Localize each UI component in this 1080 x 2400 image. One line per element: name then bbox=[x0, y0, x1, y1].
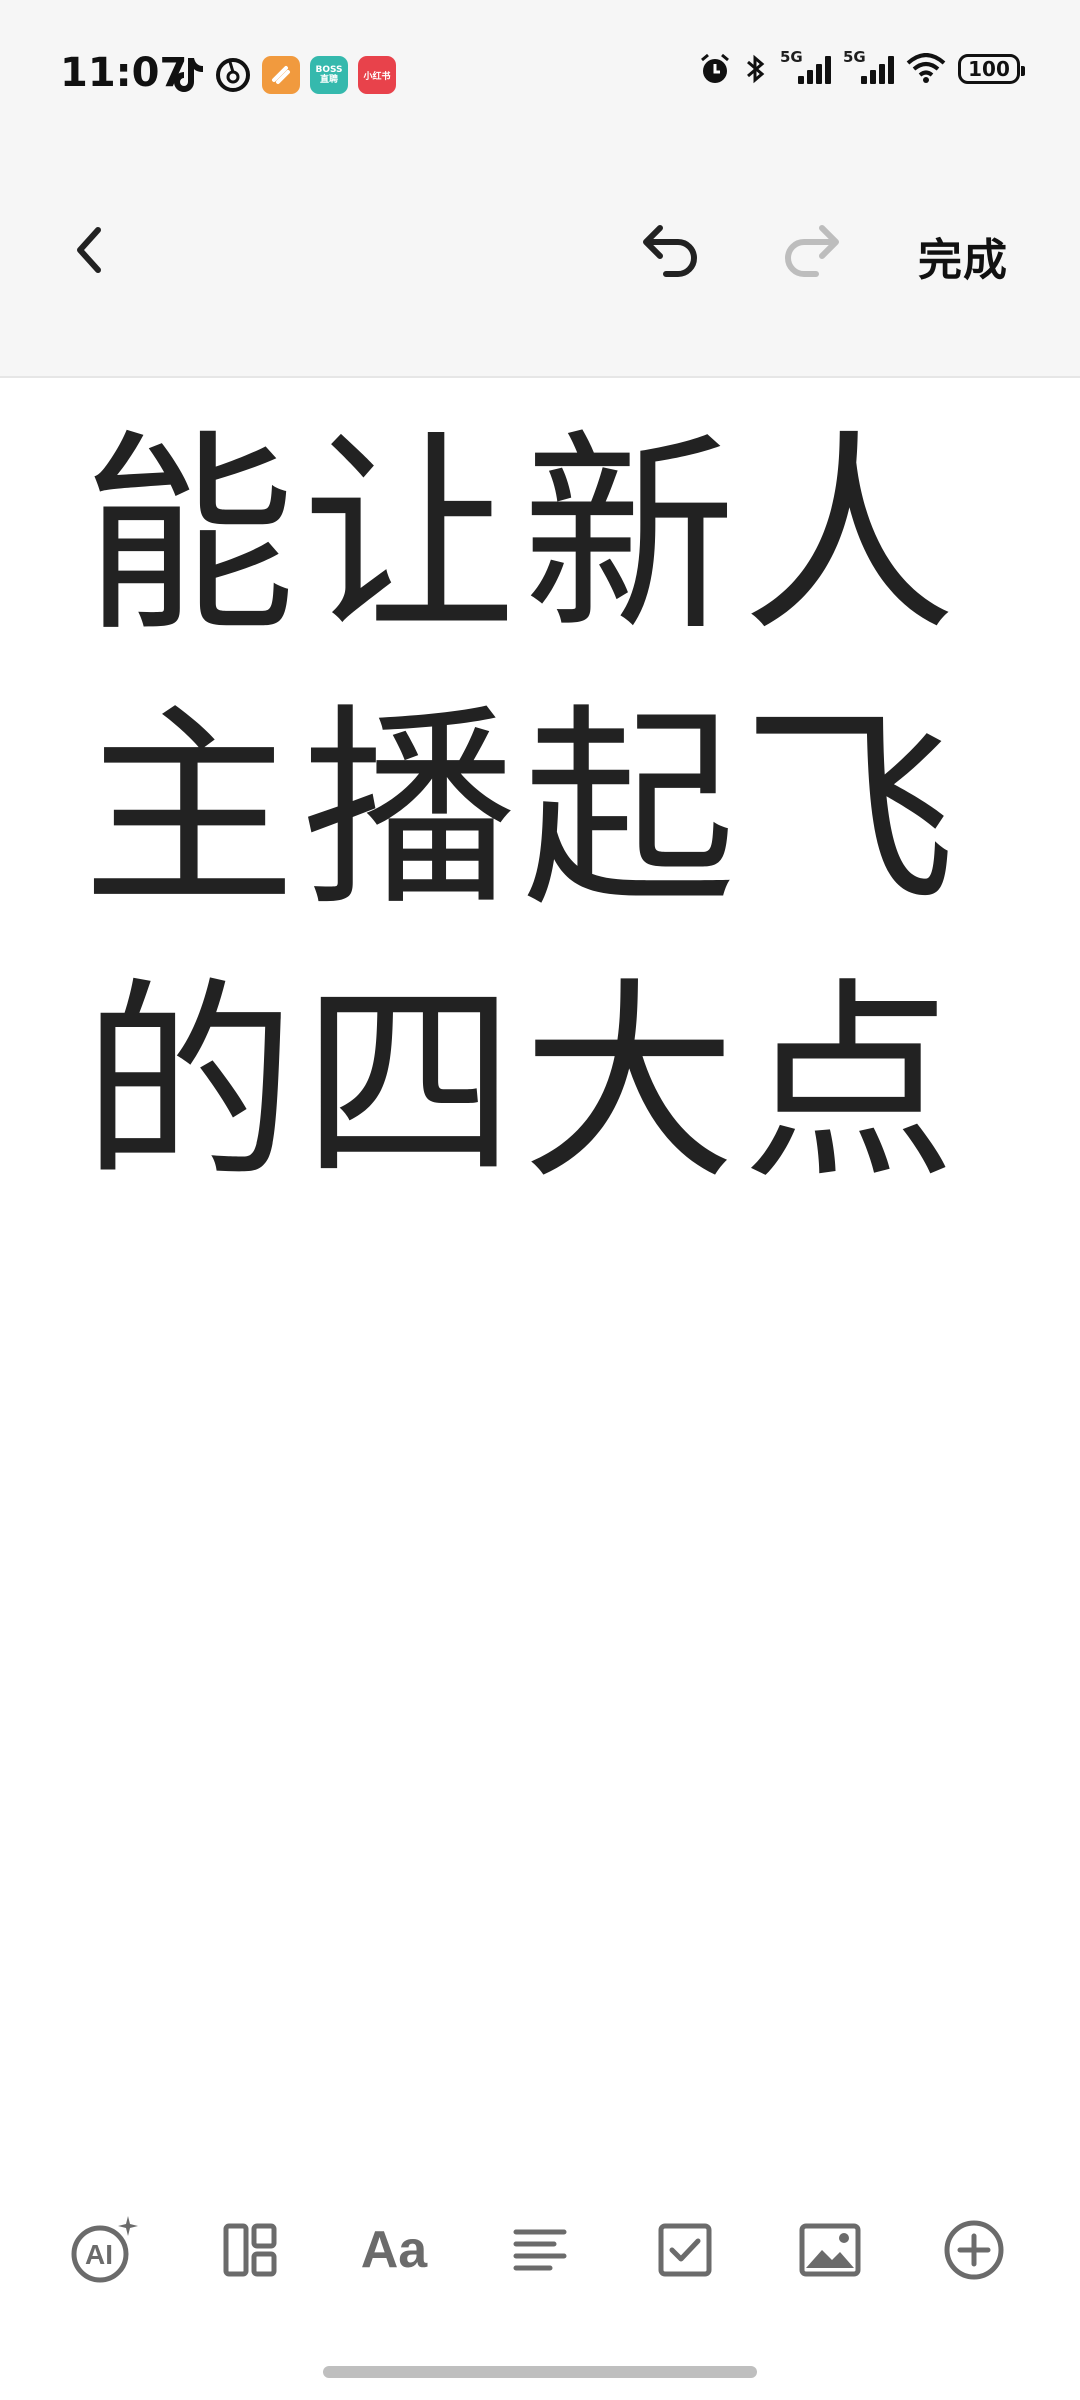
system-icons: 5G 5G 100 bbox=[698, 48, 1025, 86]
network-type-label-1: 5G bbox=[780, 48, 803, 66]
status-time: 11:07 bbox=[60, 50, 188, 96]
alarm-icon bbox=[701, 53, 729, 83]
network-type-label-2: 5G bbox=[843, 48, 866, 66]
editor-navigation: 完成 bbox=[0, 190, 1080, 310]
insert-image-button[interactable] bbox=[790, 2210, 870, 2290]
bluetooth-icon bbox=[747, 54, 765, 84]
checkbox-icon bbox=[658, 2223, 712, 2277]
back-icon[interactable] bbox=[60, 220, 120, 280]
done-button[interactable]: 完成 bbox=[918, 224, 1008, 288]
note-editor[interactable]: 能让新人 主播起飞 的四大点 bbox=[82, 400, 982, 1222]
undo-icon[interactable] bbox=[636, 214, 706, 284]
text-style-button[interactable]: Aa bbox=[354, 2210, 434, 2290]
paragraph-format-button[interactable] bbox=[500, 2210, 580, 2290]
battery-indicator: 100 bbox=[958, 54, 1025, 84]
tiktok-icon bbox=[174, 58, 203, 92]
ai-assistant-button[interactable]: AI bbox=[64, 2210, 144, 2290]
wifi-icon bbox=[906, 53, 946, 83]
plus-circle-icon bbox=[944, 2220, 1004, 2280]
orange-app-icon bbox=[262, 56, 300, 94]
image-icon bbox=[799, 2223, 861, 2277]
signal-2: 5G bbox=[843, 48, 894, 84]
ai-sparkle-icon: AI bbox=[71, 2216, 138, 2283]
format-toolbar: AI Aa bbox=[0, 2200, 1080, 2290]
align-left-icon bbox=[513, 2229, 567, 2271]
layout-button[interactable] bbox=[210, 2210, 290, 2290]
xiaohongshu-app-icon: 小红书 bbox=[358, 56, 396, 94]
home-indicator[interactable] bbox=[323, 2366, 757, 2378]
note-line[interactable]: 能让新人 bbox=[82, 400, 982, 674]
boss-app-icon: BOSS 直聘 bbox=[310, 56, 348, 94]
insert-more-button[interactable] bbox=[934, 2210, 1014, 2290]
checklist-button[interactable] bbox=[645, 2210, 725, 2290]
status-bar: 11:07 BOSS 直聘 小红书 5G 5G 100 bbox=[0, 40, 1080, 104]
layout-icon bbox=[223, 2223, 277, 2277]
redo-icon[interactable] bbox=[776, 214, 846, 284]
notification-icons: BOSS 直聘 小红书 bbox=[170, 54, 396, 96]
svg-text:AI: AI bbox=[85, 2239, 113, 2270]
text-style-icon: Aa bbox=[360, 2221, 428, 2279]
music-app-icon bbox=[216, 58, 250, 92]
note-line[interactable]: 主播起飞 bbox=[82, 674, 982, 948]
top-bar: 11:07 BOSS 直聘 小红书 5G 5G 100 完成 bbox=[0, 0, 1080, 378]
note-line[interactable]: 的四大点 bbox=[82, 948, 982, 1222]
signal-1: 5G bbox=[780, 48, 831, 84]
